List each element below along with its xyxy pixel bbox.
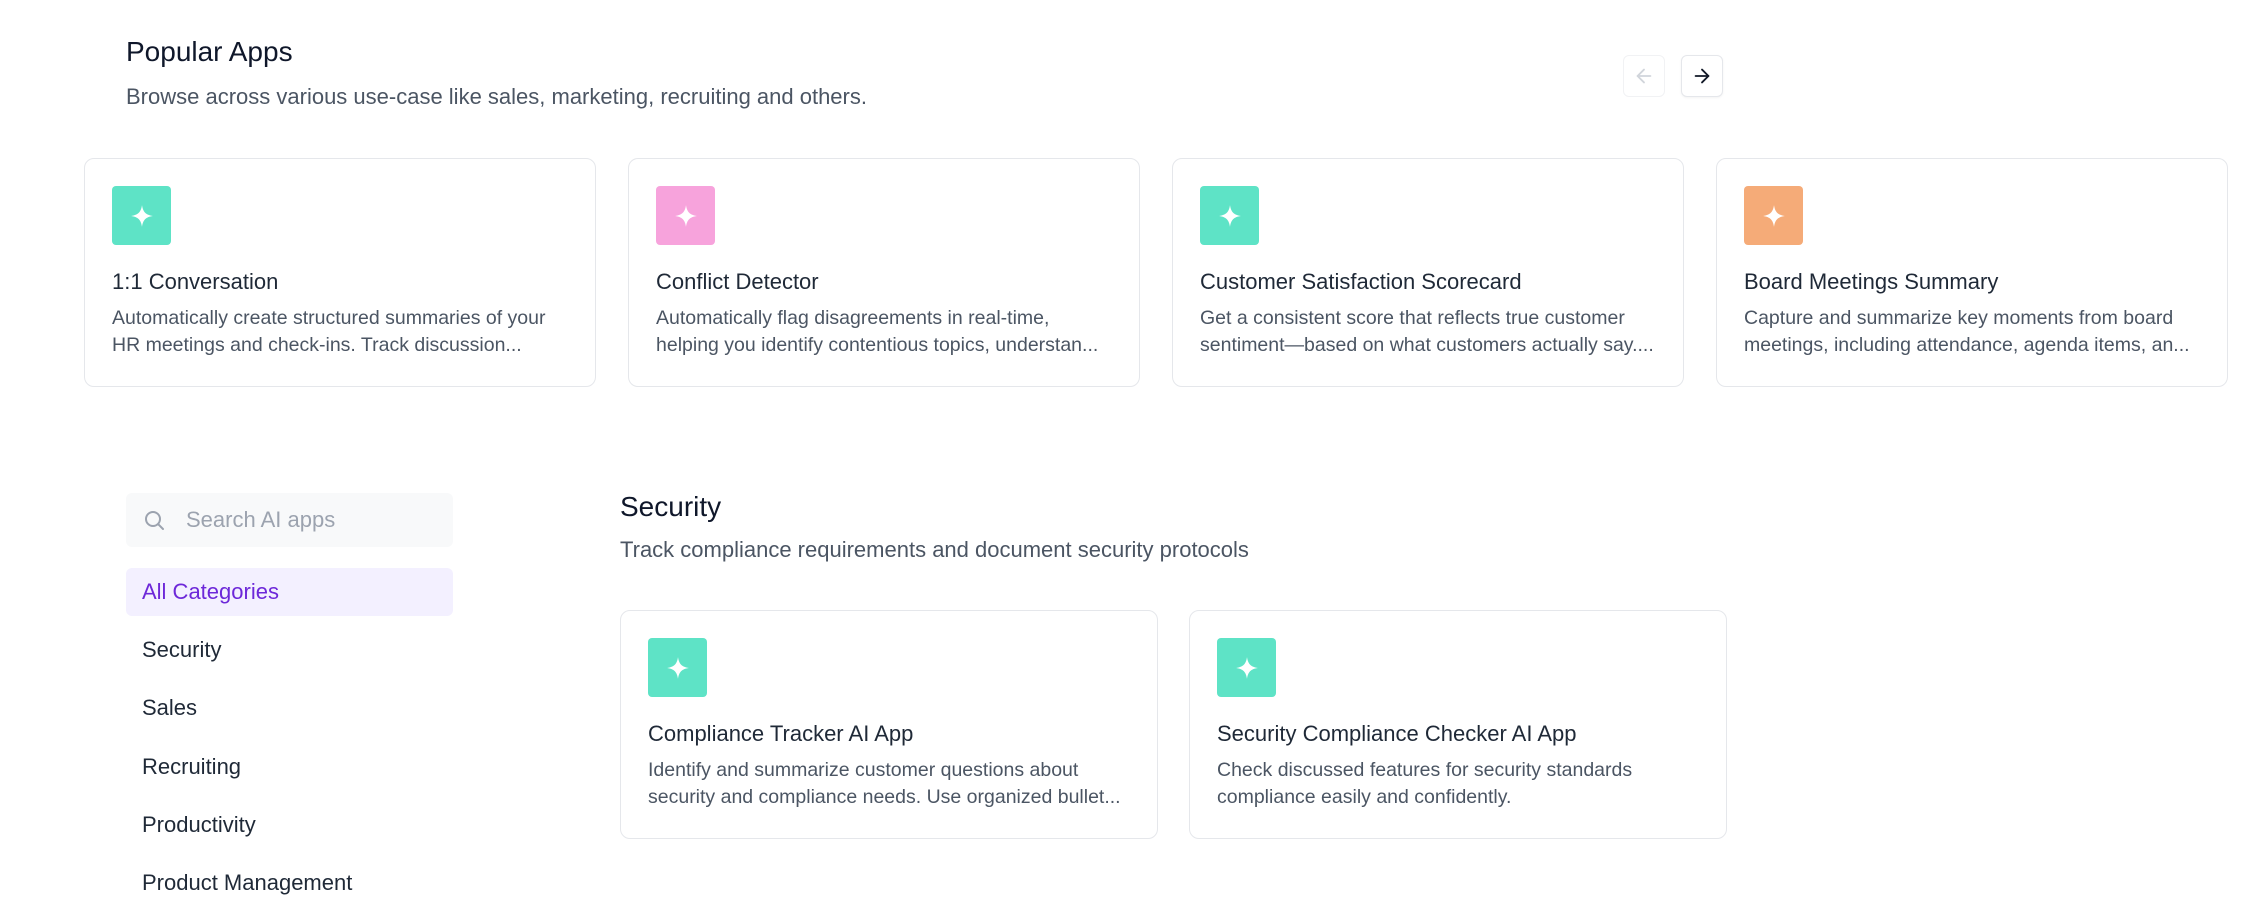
category-recruiting[interactable]: Recruiting [126, 743, 453, 791]
sparkle-icon [1200, 186, 1259, 245]
popular-app-card[interactable]: 1:1 Conversation Automatically create st… [84, 158, 596, 387]
card-description: Capture and summarize key moments from b… [1744, 307, 2190, 356]
search-icon [145, 511, 164, 530]
card-description: Automatically flag disagreements in real… [656, 307, 1099, 356]
popular-app-card[interactable]: Board Meetings Summary Capture and summa… [1716, 158, 2228, 387]
card-title: Board Meetings Summary [1744, 269, 1999, 294]
popular-apps-title: Popular Apps [126, 36, 293, 67]
category-product-management[interactable]: Product Management [126, 859, 453, 907]
popular-app-card[interactable]: Customer Satisfaction Scorecard Get a co… [1172, 158, 1684, 387]
app-card[interactable]: Compliance Tracker AI App Identify and s… [620, 610, 1158, 839]
carousel-prev-button[interactable] [1623, 55, 1665, 97]
card-description: Identify and summarize customer question… [648, 759, 1121, 808]
category-sales[interactable]: Sales [126, 684, 453, 732]
arrow-left-icon [1636, 68, 1652, 84]
card-title: 1:1 Conversation [112, 269, 279, 294]
sparkle-icon [648, 638, 707, 697]
card-title: Customer Satisfaction Scorecard [1200, 269, 1522, 294]
section-subtitle: Track compliance requirements and docume… [620, 537, 1249, 562]
arrow-right-icon [1694, 68, 1710, 84]
sparkle-icon [1217, 638, 1276, 697]
carousel-next-button[interactable] [1681, 55, 1723, 97]
section-title: Security [620, 491, 722, 522]
category-security[interactable]: Security [126, 626, 453, 674]
card-title: Compliance Tracker AI App [648, 721, 914, 746]
sparkle-icon [1744, 186, 1803, 245]
popular-apps-subtitle: Browse across various use-case like sale… [126, 84, 867, 109]
search-input[interactable] [186, 493, 441, 547]
category-productivity[interactable]: Productivity [126, 801, 453, 849]
app-card[interactable]: Security Compliance Checker AI App Check… [1189, 610, 1727, 839]
sparkle-icon [656, 186, 715, 245]
card-description: Check discussed features for security st… [1217, 759, 1633, 808]
sparkle-icon [112, 186, 171, 245]
card-description: Get a consistent score that reflects tru… [1200, 307, 1654, 356]
category-all[interactable]: All Categories [126, 568, 453, 616]
popular-app-card[interactable]: Conflict Detector Automatically flag dis… [628, 158, 1140, 387]
card-description: Automatically create structured summarie… [112, 307, 546, 356]
card-title: Conflict Detector [656, 269, 819, 294]
search-box [126, 493, 453, 547]
card-title: Security Compliance Checker AI App [1217, 721, 1577, 746]
